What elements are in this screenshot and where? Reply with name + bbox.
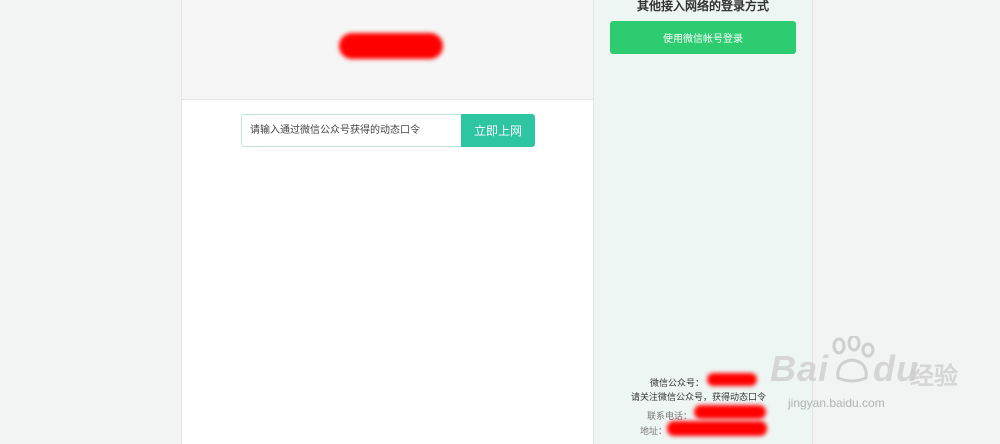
redacted-wechat-account — [707, 373, 757, 386]
watermark-product: 经验 — [910, 362, 958, 390]
redacted-phone — [694, 405, 766, 419]
watermark-brand: Bai du — [770, 348, 920, 389]
address-label: 地址： — [640, 427, 668, 437]
login-panel: 立即上网 — [181, 0, 593, 444]
baidu-jingyan-watermark: Bai du 经验 jingyan.baidu.com — [770, 336, 970, 436]
wechat-login-button[interactable]: 使用微信帐号登录 — [610, 21, 796, 54]
watermark-url: jingyan.baidu.com — [788, 396, 885, 410]
token-input[interactable] — [241, 114, 461, 147]
wechat-account-label: 微信公众号： — [650, 379, 705, 389]
login-header — [182, 0, 593, 100]
redacted-logo — [339, 33, 443, 59]
token-form: 立即上网 — [241, 114, 535, 147]
alt-login-title: 其他接入网络的登录方式 — [636, 0, 769, 13]
redacted-address — [667, 421, 767, 436]
follow-hint: 请关注微信公众号，获得动态口令 — [631, 393, 767, 403]
go-online-button[interactable]: 立即上网 — [461, 114, 535, 147]
